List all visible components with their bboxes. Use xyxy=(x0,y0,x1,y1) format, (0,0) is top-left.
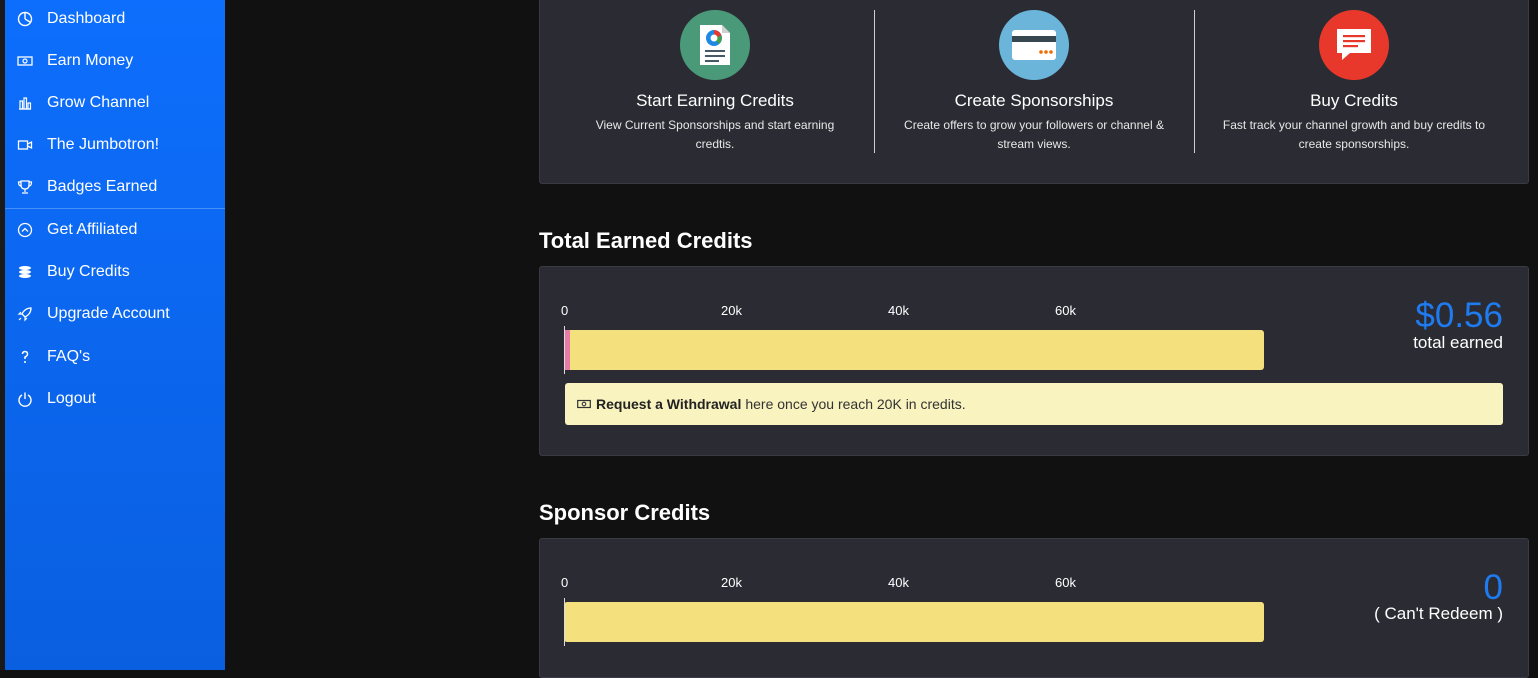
sidebar-item-upgrade-account[interactable]: Upgrade Account xyxy=(5,296,225,332)
feature-description: Create offers to grow your followers or … xyxy=(904,118,1164,151)
dashboard-icon xyxy=(14,11,36,27)
feature-start-earning[interactable]: Start Earning Credits View Current Spons… xyxy=(555,0,875,184)
axis-tick: 60k xyxy=(1055,575,1076,590)
quick-actions-card: Start Earning Credits View Current Spons… xyxy=(539,0,1529,184)
trophy-icon xyxy=(14,179,36,195)
circle-up-icon xyxy=(14,222,36,238)
total-earned-progress-bar xyxy=(564,326,1264,374)
withdrawal-notice: Request a Withdrawal here once you reach… xyxy=(565,383,1503,425)
sidebar-item-get-affiliated[interactable]: Get Affiliated xyxy=(5,212,225,248)
sidebar-item-jumbotron[interactable]: The Jumbotron! xyxy=(5,127,225,163)
sidebar-item-label: Grow Channel xyxy=(47,94,150,111)
axis-tick: 0 xyxy=(561,575,569,590)
sidebar-item-label: Dashboard xyxy=(47,10,126,27)
withdrawal-notice-text: here once you reach 20K in credits. xyxy=(745,396,966,412)
power-icon xyxy=(14,391,36,407)
progress-start-line xyxy=(564,598,565,646)
sidebar-item-label: The Jumbotron! xyxy=(47,136,160,153)
sidebar-item-logout[interactable]: Logout xyxy=(5,381,225,417)
sidebar-item-badges[interactable]: Badges Earned xyxy=(5,169,225,205)
section-title-sponsor-credits: Sponsor Credits xyxy=(539,500,711,525)
sidebar-item-label: Get Affiliated xyxy=(47,221,138,238)
sponsor-credits-progress-bar xyxy=(564,598,1264,646)
sidebar-item-label: Upgrade Account xyxy=(47,305,170,322)
sponsor-credits-amount: 0 xyxy=(1483,568,1503,607)
credit-card-icon xyxy=(999,10,1069,80)
money-icon xyxy=(14,53,36,69)
coins-icon xyxy=(14,264,36,280)
sidebar-item-dashboard[interactable]: Dashboard xyxy=(5,1,225,37)
sidebar-item-label: Buy Credits xyxy=(47,263,130,280)
sidebar-item-label: FAQ's xyxy=(47,348,91,365)
axis-tick: 60k xyxy=(1055,303,1076,318)
sidebar: Dashboard Earn Money Grow Channel The Ju… xyxy=(5,0,225,670)
report-document-icon xyxy=(680,10,750,80)
total-earned-label: total earned xyxy=(1413,333,1503,352)
sponsor-credits-label: ( Can't Redeem ) xyxy=(1374,604,1503,623)
chat-message-icon xyxy=(1319,10,1389,80)
sidebar-item-label: Earn Money xyxy=(47,52,134,69)
sidebar-item-buy-credits[interactable]: Buy Credits xyxy=(5,254,225,290)
request-withdrawal-link[interactable]: Request a Withdrawal xyxy=(596,396,741,412)
money-icon xyxy=(577,399,591,409)
feature-create-sponsorships[interactable]: Create Sponsorships Create offers to gro… xyxy=(874,0,1194,184)
axis-tick: 20k xyxy=(721,575,742,590)
axis-tick: 0 xyxy=(561,303,569,318)
axis-tick: 20k xyxy=(721,303,742,318)
question-icon xyxy=(14,349,36,365)
sidebar-item-faq[interactable]: FAQ's xyxy=(5,339,225,375)
sidebar-item-earn-money[interactable]: Earn Money xyxy=(5,43,225,79)
axis-tick: 40k xyxy=(888,575,909,590)
total-earned-amount: $0.56 xyxy=(1415,296,1503,335)
feature-title: Start Earning Credits xyxy=(636,91,794,110)
section-title-total-earned: Total Earned Credits xyxy=(539,228,753,253)
feature-title: Create Sponsorships xyxy=(954,91,1114,110)
axis-tick: 40k xyxy=(888,303,909,318)
bar-chart-icon xyxy=(14,95,36,111)
video-camera-icon xyxy=(14,137,36,153)
sidebar-item-label: Logout xyxy=(47,390,96,407)
sidebar-divider xyxy=(5,208,225,209)
feature-description: Fast track your channel growth and buy c… xyxy=(1222,118,1486,151)
progress-fill xyxy=(565,330,570,370)
sidebar-item-label: Badges Earned xyxy=(47,178,158,195)
feature-title: Buy Credits xyxy=(1310,91,1398,110)
feature-description: View Current Sponsorships and start earn… xyxy=(595,118,835,151)
sidebar-item-grow-channel[interactable]: Grow Channel xyxy=(5,85,225,121)
rocket-icon xyxy=(14,306,36,322)
feature-buy-credits[interactable]: Buy Credits Fast track your channel grow… xyxy=(1194,0,1514,184)
